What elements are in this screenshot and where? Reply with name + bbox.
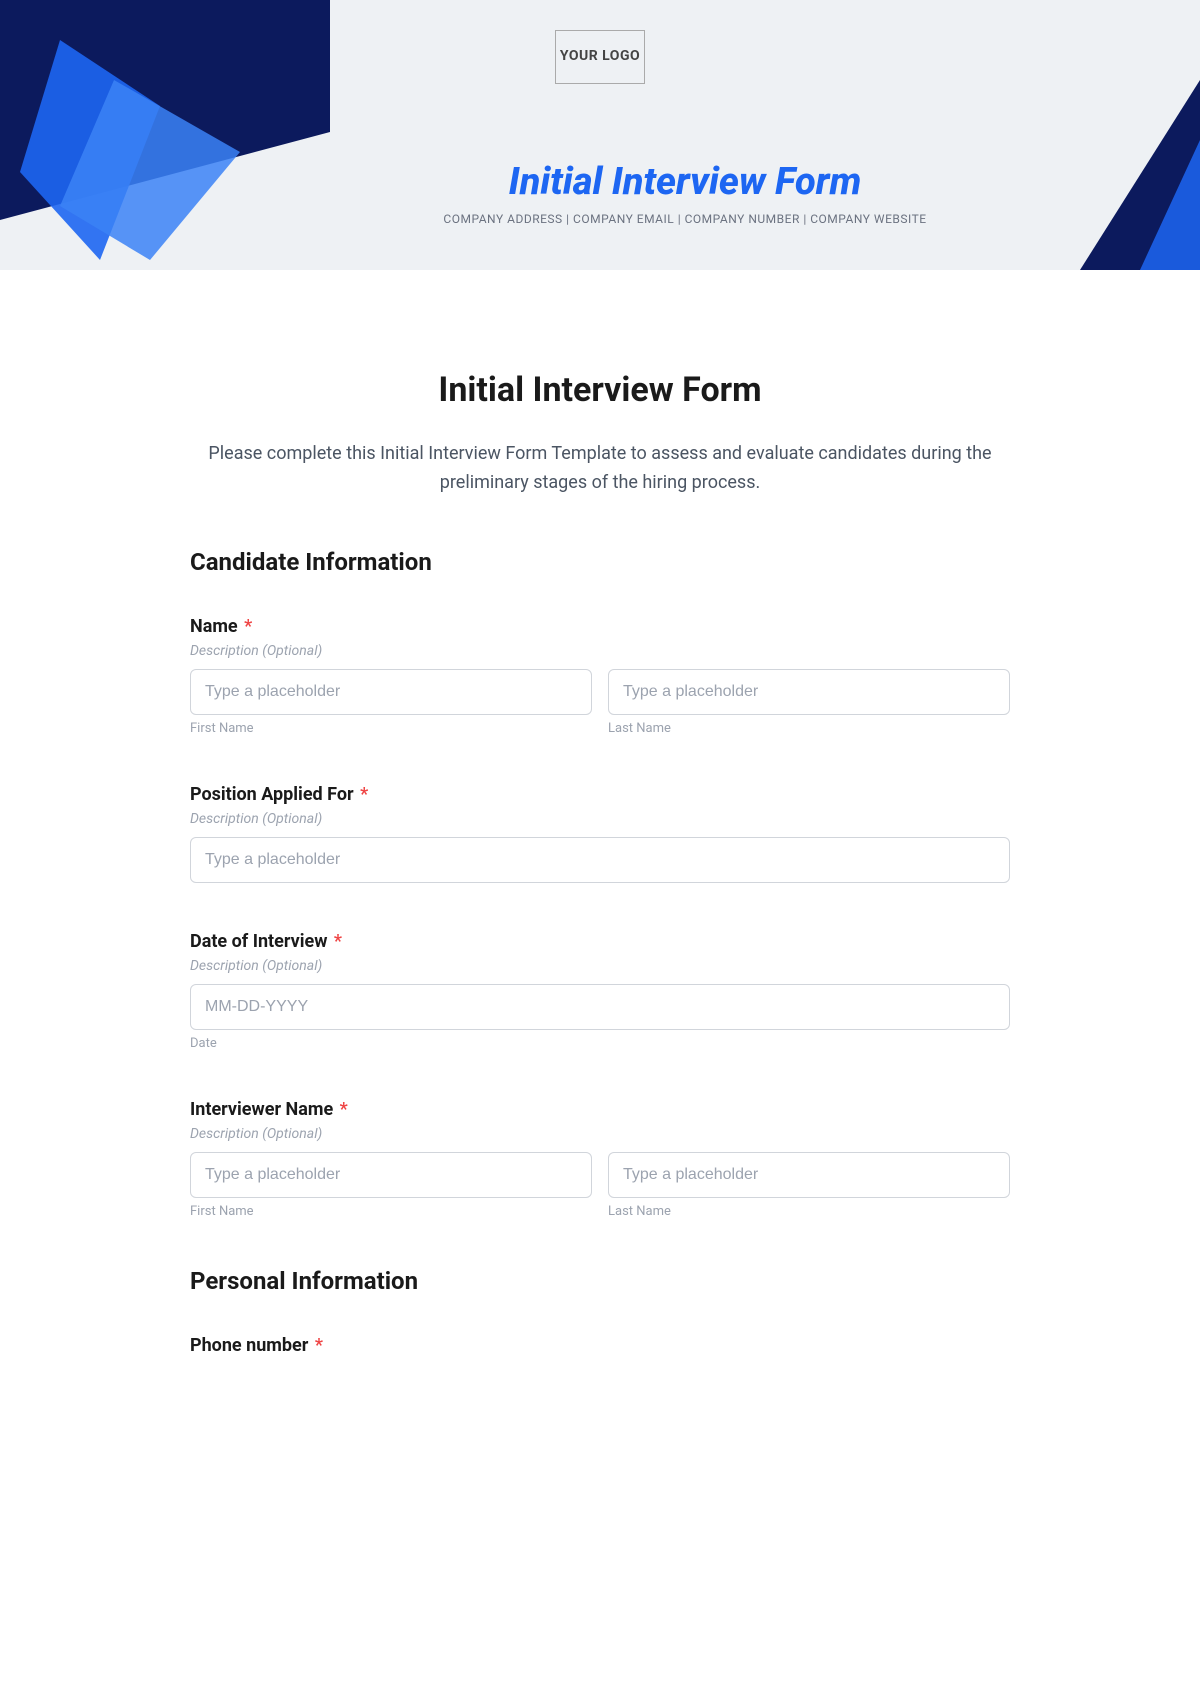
date-input[interactable] — [190, 984, 1010, 1030]
sublabel-last-name: Last Name — [608, 721, 1010, 736]
header-banner: YOUR LOGO Initial Interview Form COMPANY… — [0, 0, 1200, 270]
label-text: Name — [190, 616, 238, 637]
label-text: Phone number — [190, 1335, 308, 1356]
sublabel-first-name: First Name — [190, 721, 592, 736]
position-input[interactable] — [190, 837, 1010, 883]
field-name: Name * Description (Optional) First Name… — [190, 616, 1010, 736]
label-text: Position Applied For — [190, 784, 354, 805]
section-personal-info: Personal Information — [190, 1267, 1010, 1295]
logo-placeholder: YOUR LOGO — [555, 30, 645, 84]
label-date: Date of Interview * — [190, 931, 1010, 952]
required-mark: * — [360, 784, 368, 805]
last-name-input[interactable] — [608, 669, 1010, 715]
form-title: Initial Interview Form — [190, 370, 1010, 410]
decor-left — [0, 0, 340, 270]
field-position: Position Applied For * Description (Opti… — [190, 784, 1010, 883]
banner-title: Initial Interview Form — [0, 160, 1200, 204]
banner-meta: COMPANY ADDRESS | COMPANY EMAIL | COMPAN… — [0, 212, 1200, 226]
label-name: Name * — [190, 616, 1010, 637]
decor-right — [1040, 0, 1200, 270]
required-mark: * — [334, 931, 342, 952]
interviewer-first-input[interactable] — [190, 1152, 592, 1198]
label-interviewer: Interviewer Name * — [190, 1099, 1010, 1120]
sublabel-date: Date — [190, 1036, 1010, 1051]
label-text: Date of Interview — [190, 931, 327, 952]
desc-position: Description (Optional) — [190, 811, 1010, 827]
required-mark: * — [315, 1335, 323, 1356]
field-date: Date of Interview * Description (Optiona… — [190, 931, 1010, 1051]
field-interviewer: Interviewer Name * Description (Optional… — [190, 1099, 1010, 1219]
label-position: Position Applied For * — [190, 784, 1010, 805]
required-mark: * — [244, 616, 252, 637]
required-mark: * — [340, 1099, 348, 1120]
desc-interviewer: Description (Optional) — [190, 1126, 1010, 1142]
first-name-input[interactable] — [190, 669, 592, 715]
form-description: Please complete this Initial Interview F… — [190, 440, 1010, 498]
interviewer-last-input[interactable] — [608, 1152, 1010, 1198]
label-phone: Phone number * — [190, 1335, 1010, 1356]
desc-name: Description (Optional) — [190, 643, 1010, 659]
form-area: Initial Interview Form Please complete t… — [130, 270, 1070, 1356]
desc-date: Description (Optional) — [190, 958, 1010, 974]
field-phone: Phone number * — [190, 1335, 1010, 1356]
label-text: Interviewer Name — [190, 1099, 333, 1120]
sublabel-interviewer-last: Last Name — [608, 1204, 1010, 1219]
section-candidate-info: Candidate Information — [190, 548, 1010, 576]
sublabel-interviewer-first: First Name — [190, 1204, 592, 1219]
